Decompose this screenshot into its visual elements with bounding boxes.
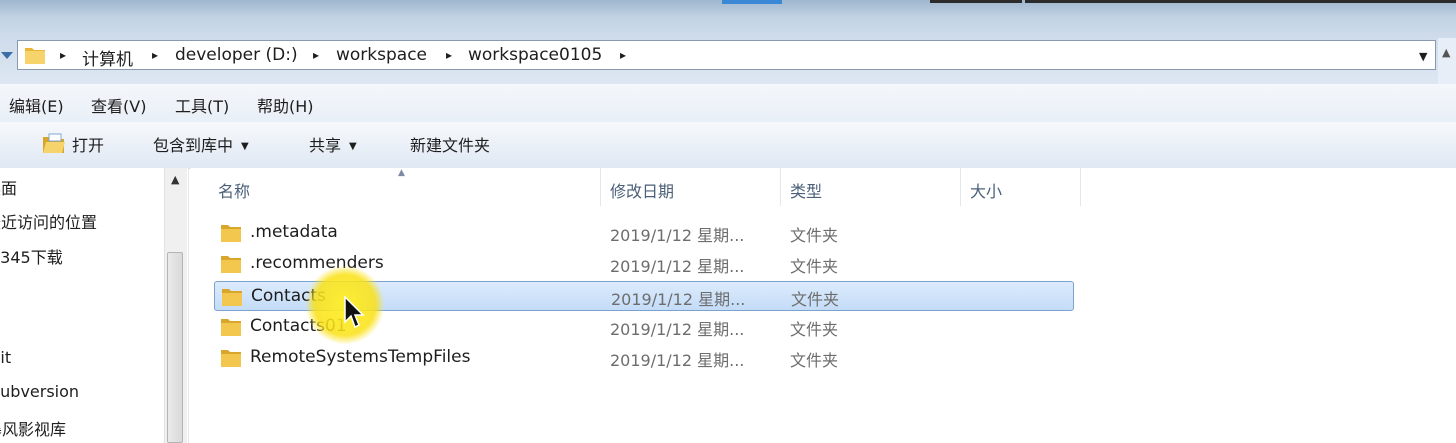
file-modified: 2019/1/12 星期... — [610, 257, 745, 276]
scrollbar-thumb[interactable] — [167, 252, 183, 443]
file-row[interactable]: RemoteSystemsTempFiles 2019/1/12 星期... 文… — [214, 343, 1074, 373]
new-folder-button[interactable]: 新建文件夹 — [410, 132, 490, 156]
file-type: 文件夹 — [791, 290, 840, 309]
mouse-pointer-icon — [344, 296, 365, 329]
folder-icon — [221, 225, 241, 242]
breadcrumb-separator[interactable]: ▸ — [313, 48, 319, 62]
column-header-modified[interactable]: 修改日期 — [600, 168, 780, 206]
title-accent-segment — [722, 0, 782, 4]
scroll-up-icon[interactable]: ▲ — [1442, 46, 1450, 59]
file-type: 文件夹 — [790, 351, 839, 370]
breadcrumb-computer[interactable]: 计算机 — [82, 45, 133, 70]
include-in-library-label: 包含到库中 — [153, 136, 234, 155]
open-button[interactable]: 打开 — [72, 132, 104, 156]
folder-icon — [221, 350, 241, 367]
column-size-label: 大小 — [970, 182, 1003, 201]
breadcrumb-separator[interactable]: ▸ — [60, 48, 66, 62]
share-button[interactable]: 共享 ▼ — [309, 132, 357, 156]
file-modified: 2019/1/12 星期... — [610, 226, 745, 245]
breadcrumb-workspace[interactable]: workspace — [336, 45, 427, 65]
menu-bar: 编辑(E) 查看(V) 工具(T) 帮助(H) — [0, 84, 1456, 123]
folder-icon — [221, 256, 241, 273]
caret-down-icon: ▼ — [349, 141, 357, 152]
command-toolbar: 打开 包含到库中 ▼ 共享 ▼ 新建文件夹 — [0, 122, 1456, 169]
title-dark-segment — [1025, 0, 1456, 3]
file-modified: 2019/1/12 星期... — [610, 320, 745, 339]
file-type: 文件夹 — [790, 257, 839, 276]
breadcrumb-separator[interactable]: ▸ — [620, 48, 626, 62]
window-title-strip — [0, 0, 1456, 38]
nav-pane-scrollbar[interactable]: ▲ — [164, 168, 187, 443]
file-type: 文件夹 — [790, 320, 839, 339]
nav-item-git[interactable]: Git — [0, 348, 11, 367]
breadcrumb-separator[interactable]: ▸ — [446, 48, 452, 62]
folder-icon — [221, 319, 241, 336]
column-header-type[interactable]: 类型 — [780, 168, 960, 206]
navigation-pane: 桌面 最近访问的位置 2345下载 Git Subversion 暴风影视库 — [0, 168, 189, 443]
column-name-label: 名称 — [218, 182, 251, 201]
column-divider[interactable] — [1080, 168, 1081, 206]
folder-icon — [222, 289, 242, 306]
file-modified: 2019/1/12 星期... — [611, 290, 746, 309]
address-bar[interactable]: ▸ 计算机 ▸ developer (D:) ▸ workspace ▸ wor… — [17, 40, 1436, 70]
file-type: 文件夹 — [790, 226, 839, 245]
column-header-name[interactable]: 名称 — [208, 168, 600, 206]
file-name: .metadata — [250, 222, 338, 242]
file-name: RemoteSystemsTempFiles — [250, 347, 471, 367]
menu-view[interactable]: 查看(V) — [91, 93, 146, 117]
breadcrumb-drive-d[interactable]: developer (D:) — [175, 45, 298, 65]
title-dark-segment — [930, 0, 1022, 3]
breadcrumb-separator[interactable]: ▸ — [152, 48, 158, 62]
breadcrumb-workspace0105[interactable]: workspace0105 — [468, 45, 602, 65]
nav-item-desktop[interactable]: 桌面 — [0, 175, 17, 199]
include-in-library-button[interactable]: 包含到库中 ▼ — [153, 132, 249, 156]
menu-tools[interactable]: 工具(T) — [175, 93, 229, 117]
file-modified: 2019/1/12 星期... — [610, 351, 745, 370]
open-folder-icon[interactable] — [42, 133, 66, 155]
caret-down-icon: ▼ — [241, 141, 249, 152]
column-header-size[interactable]: 大小 — [960, 168, 1080, 206]
file-row[interactable]: .metadata 2019/1/12 星期... 文件夹 — [214, 218, 1074, 248]
nav-item-2345-downloads[interactable]: 2345下载 — [0, 244, 63, 268]
window-edge: ▲ — [1438, 38, 1456, 84]
menu-help[interactable]: 帮助(H) — [257, 93, 314, 117]
column-modified-label: 修改日期 — [610, 182, 675, 201]
chevron-down-icon[interactable]: ▼ — [1419, 50, 1427, 63]
nav-item-recent-places[interactable]: 最近访问的位置 — [0, 209, 97, 233]
nav-item-baofeng-library[interactable]: 暴风影视库 — [0, 416, 66, 440]
folder-icon — [25, 48, 45, 64]
column-type-label: 类型 — [790, 182, 823, 201]
share-label: 共享 — [309, 136, 342, 155]
nav-item-subversion[interactable]: Subversion — [0, 382, 79, 401]
recent-pages-chevron-icon[interactable] — [0, 49, 14, 63]
menu-edit[interactable]: 编辑(E) — [9, 93, 64, 117]
scroll-up-icon[interactable]: ▲ — [171, 173, 179, 186]
